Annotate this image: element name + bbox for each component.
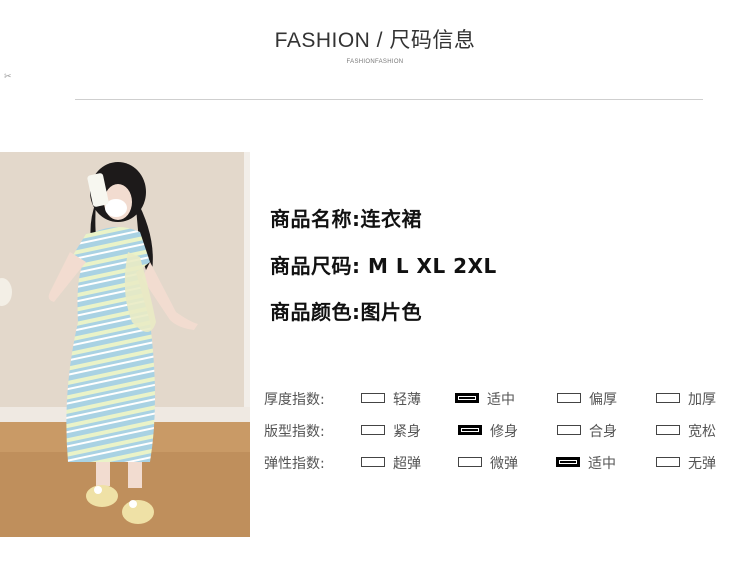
product-size-label: 商品尺码: [270, 254, 361, 278]
product-name-value: 连衣裙 [360, 207, 422, 231]
page-subtitle: FASHIONFASHION [346, 59, 404, 65]
spec-label-thickness: 厚度指数: [264, 392, 325, 408]
product-size-value: M L XL 2XL [360, 254, 497, 278]
spec-option-label: 偏厚 [589, 392, 617, 408]
checkbox-checked-icon [458, 425, 482, 435]
checkbox-icon [656, 457, 680, 467]
spec-option-label: 加厚 [688, 392, 716, 408]
spec-label-elasticity: 弹性指数: [264, 456, 325, 472]
page-title: FASHION / 尺码信息 [274, 29, 476, 52]
spec-option-label: 适中 [487, 392, 515, 408]
checkbox-icon [656, 425, 680, 435]
checkbox-icon [458, 457, 482, 467]
product-name-row: 商品名称:连衣裙 [270, 203, 422, 232]
checkbox-checked-icon [455, 393, 479, 403]
checkbox-icon [557, 393, 581, 403]
model-photo [0, 152, 250, 537]
checkbox-icon [361, 457, 385, 467]
spec-option-label: 微弹 [490, 456, 518, 472]
checkbox-checked-icon [556, 457, 580, 467]
spec-option-label: 无弹 [688, 456, 716, 472]
spec-option-label: 修身 [490, 424, 518, 440]
model-photo-illustration [0, 152, 250, 537]
header-divider [75, 99, 703, 100]
checkbox-icon [557, 425, 581, 435]
product-size-row: 商品尺码: M L XL 2XL [270, 250, 497, 279]
product-color-row: 商品颜色:图片色 [270, 296, 422, 325]
checkbox-icon [361, 393, 385, 403]
product-name-label: 商品名称: [270, 207, 361, 231]
spec-option-label: 适中 [588, 456, 616, 472]
spec-option-label: 超弹 [393, 456, 421, 472]
spec-option-label: 轻薄 [393, 392, 421, 408]
product-color-value: 图片色 [360, 300, 422, 324]
scissor-icon: ✂ [4, 72, 12, 82]
spec-option-label: 紧身 [393, 424, 421, 440]
checkbox-icon [656, 393, 680, 403]
product-color-label: 商品颜色: [270, 300, 361, 324]
spec-label-fit: 版型指数: [264, 424, 325, 440]
spec-option-label: 宽松 [688, 424, 716, 440]
checkbox-icon [361, 425, 385, 435]
spec-option-label: 合身 [589, 424, 617, 440]
